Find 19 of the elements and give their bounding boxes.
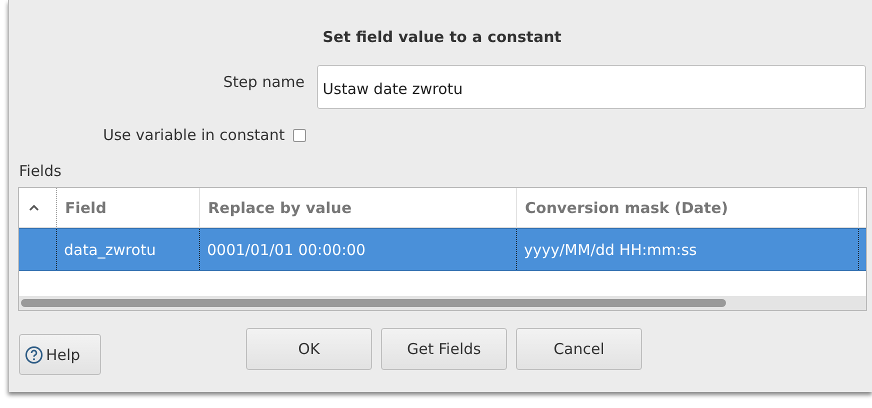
caret-icon [29,204,39,211]
dialog-button[interactable]: OK [246,328,372,370]
dialog-button[interactable]: Get Fields [381,328,507,370]
use-variable-label: Use variable in constant [103,126,285,144]
help-button[interactable]: Help [19,334,101,375]
table-cell: 0001/01/01 00:00:00 [207,240,366,258]
column-header[interactable]: Replace by value [200,188,517,227]
table-cell: yyyy/MM/dd HH:mm:ss [524,240,697,258]
dialog-title: Set field value to a constant [322,27,562,44]
fields-label: Fields [19,162,62,180]
step-name-label: Step name [222,73,305,91]
scrollbar-thumb[interactable] [21,299,726,307]
column-header[interactable]: Conversion mask (Date) [517,188,859,227]
table-cell: data_zwrotu [64,240,156,258]
help-icon [25,346,43,364]
step-name-field[interactable]: Ustaw date zwrotu [316,65,866,109]
dialog-button[interactable]: Cancel [516,328,642,370]
use-variable-checkbox[interactable] [292,128,306,142]
column-header[interactable]: Field [57,188,200,227]
